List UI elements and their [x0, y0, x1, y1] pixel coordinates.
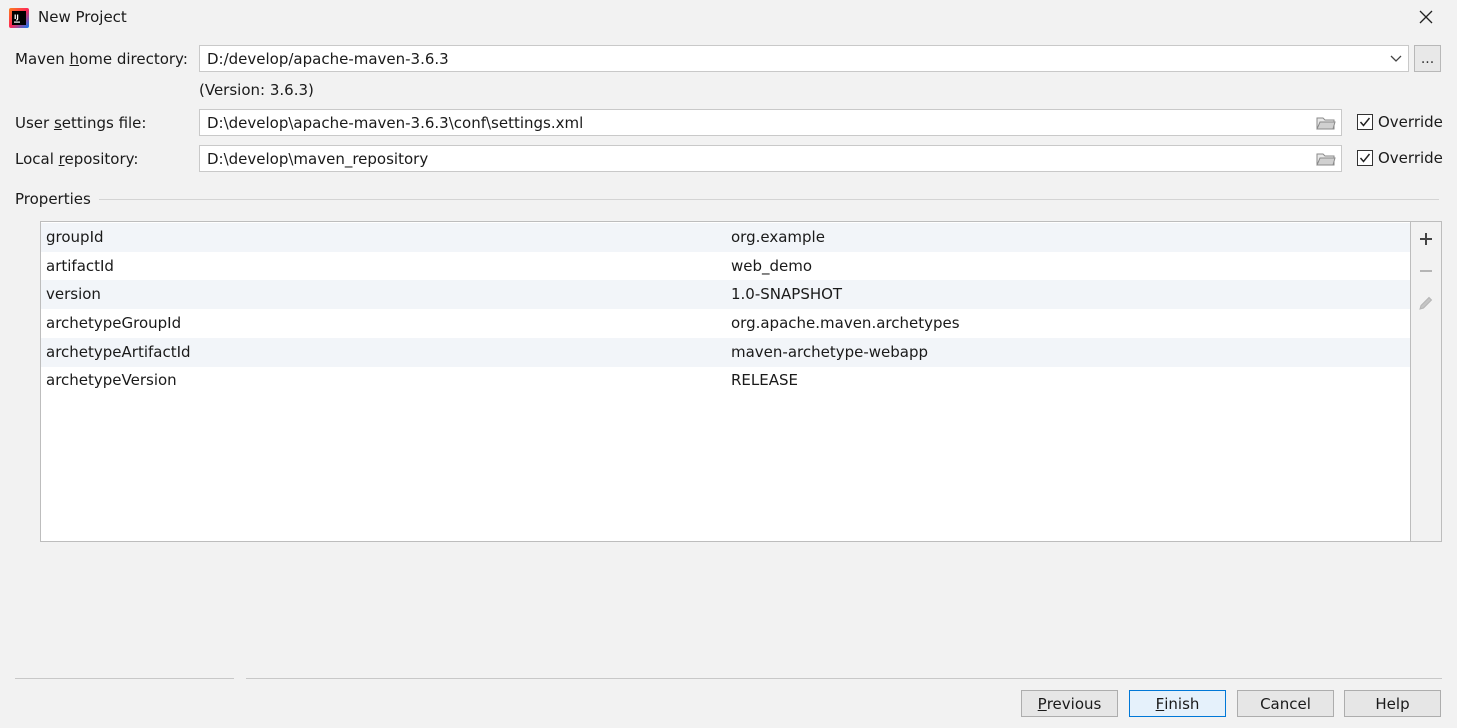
- folder-icon[interactable]: [1311, 110, 1341, 135]
- property-value[interactable]: org.example: [731, 228, 825, 246]
- maven-home-value: D:/develop/apache-maven-3.6.3: [207, 49, 449, 68]
- footer-divider: [15, 678, 234, 679]
- repo-override-label: Override: [1378, 149, 1443, 167]
- section-divider: [99, 199, 1439, 200]
- settings-override-checkbox[interactable]: Override: [1357, 113, 1443, 131]
- close-button[interactable]: [1412, 4, 1440, 30]
- repo-override-checkbox[interactable]: Override: [1357, 149, 1443, 167]
- properties-toolbar: [1411, 221, 1442, 542]
- maven-version-note: (Version: 3.6.3): [199, 81, 314, 99]
- user-settings-field[interactable]: D:\develop\apache-maven-3.6.3\conf\setti…: [199, 109, 1342, 136]
- svg-text:IJ: IJ: [14, 13, 19, 21]
- property-value[interactable]: RELEASE: [731, 371, 798, 389]
- table-row[interactable]: archetypeArtifactId maven-archetype-weba…: [41, 338, 1410, 367]
- folder-icon[interactable]: [1311, 146, 1341, 171]
- cancel-button[interactable]: Cancel: [1237, 690, 1334, 717]
- checkbox-checked-icon[interactable]: [1357, 114, 1373, 130]
- edit-icon: [1419, 296, 1433, 310]
- properties-table[interactable]: groupId org.example artifactId web_demo …: [40, 221, 1411, 542]
- remove-icon: [1420, 270, 1432, 272]
- maven-home-combobox[interactable]: D:/develop/apache-maven-3.6.3: [199, 45, 1409, 72]
- properties-section-title: Properties: [15, 190, 91, 208]
- add-property-button[interactable]: [1415, 228, 1437, 250]
- intellij-logo-icon: IJ: [9, 8, 29, 28]
- user-settings-value: D:\develop\apache-maven-3.6.3\conf\setti…: [207, 113, 584, 132]
- property-key: version: [46, 285, 101, 303]
- browse-maven-home-button[interactable]: ...: [1414, 45, 1441, 72]
- table-row[interactable]: artifactId web_demo: [41, 252, 1410, 281]
- new-project-dialog: IJ New Project Maven home directory: D:/…: [0, 0, 1457, 728]
- local-repository-field[interactable]: D:\develop\maven_repository: [199, 145, 1342, 172]
- property-value[interactable]: web_demo: [731, 257, 812, 275]
- footer-divider: [246, 678, 1442, 679]
- help-button[interactable]: Help: [1344, 690, 1441, 717]
- title-bar: IJ New Project: [0, 0, 1457, 36]
- window-title: New Project: [38, 8, 127, 26]
- previous-button[interactable]: Previous: [1021, 690, 1118, 717]
- user-settings-label: User settings file:: [15, 114, 147, 132]
- property-value[interactable]: org.apache.maven.archetypes: [731, 314, 960, 332]
- local-repository-value: D:\develop\maven_repository: [207, 149, 429, 168]
- chevron-down-icon[interactable]: [1384, 46, 1408, 71]
- property-key: groupId: [46, 228, 104, 246]
- table-row[interactable]: archetypeGroupId org.apache.maven.archet…: [41, 309, 1410, 338]
- table-row[interactable]: groupId org.example: [41, 223, 1410, 252]
- property-key: archetypeGroupId: [46, 314, 182, 332]
- close-icon: [1419, 10, 1433, 24]
- property-key: archetypeArtifactId: [46, 343, 191, 361]
- remove-property-button[interactable]: [1415, 260, 1437, 282]
- property-key: artifactId: [46, 257, 114, 275]
- property-key: archetypeVersion: [46, 371, 177, 389]
- local-repository-label: Local repository:: [15, 150, 139, 168]
- property-value[interactable]: 1.0-SNAPSHOT: [731, 285, 842, 303]
- table-row[interactable]: version 1.0-SNAPSHOT: [41, 280, 1410, 309]
- add-icon: [1420, 233, 1432, 245]
- table-row[interactable]: archetypeVersion RELEASE: [41, 366, 1410, 395]
- settings-override-label: Override: [1378, 113, 1443, 131]
- property-value[interactable]: maven-archetype-webapp: [731, 343, 928, 361]
- edit-property-button[interactable]: [1415, 292, 1437, 314]
- maven-home-label: Maven home directory:: [15, 50, 188, 68]
- checkbox-checked-icon[interactable]: [1357, 150, 1373, 166]
- finish-button[interactable]: Finish: [1129, 690, 1226, 717]
